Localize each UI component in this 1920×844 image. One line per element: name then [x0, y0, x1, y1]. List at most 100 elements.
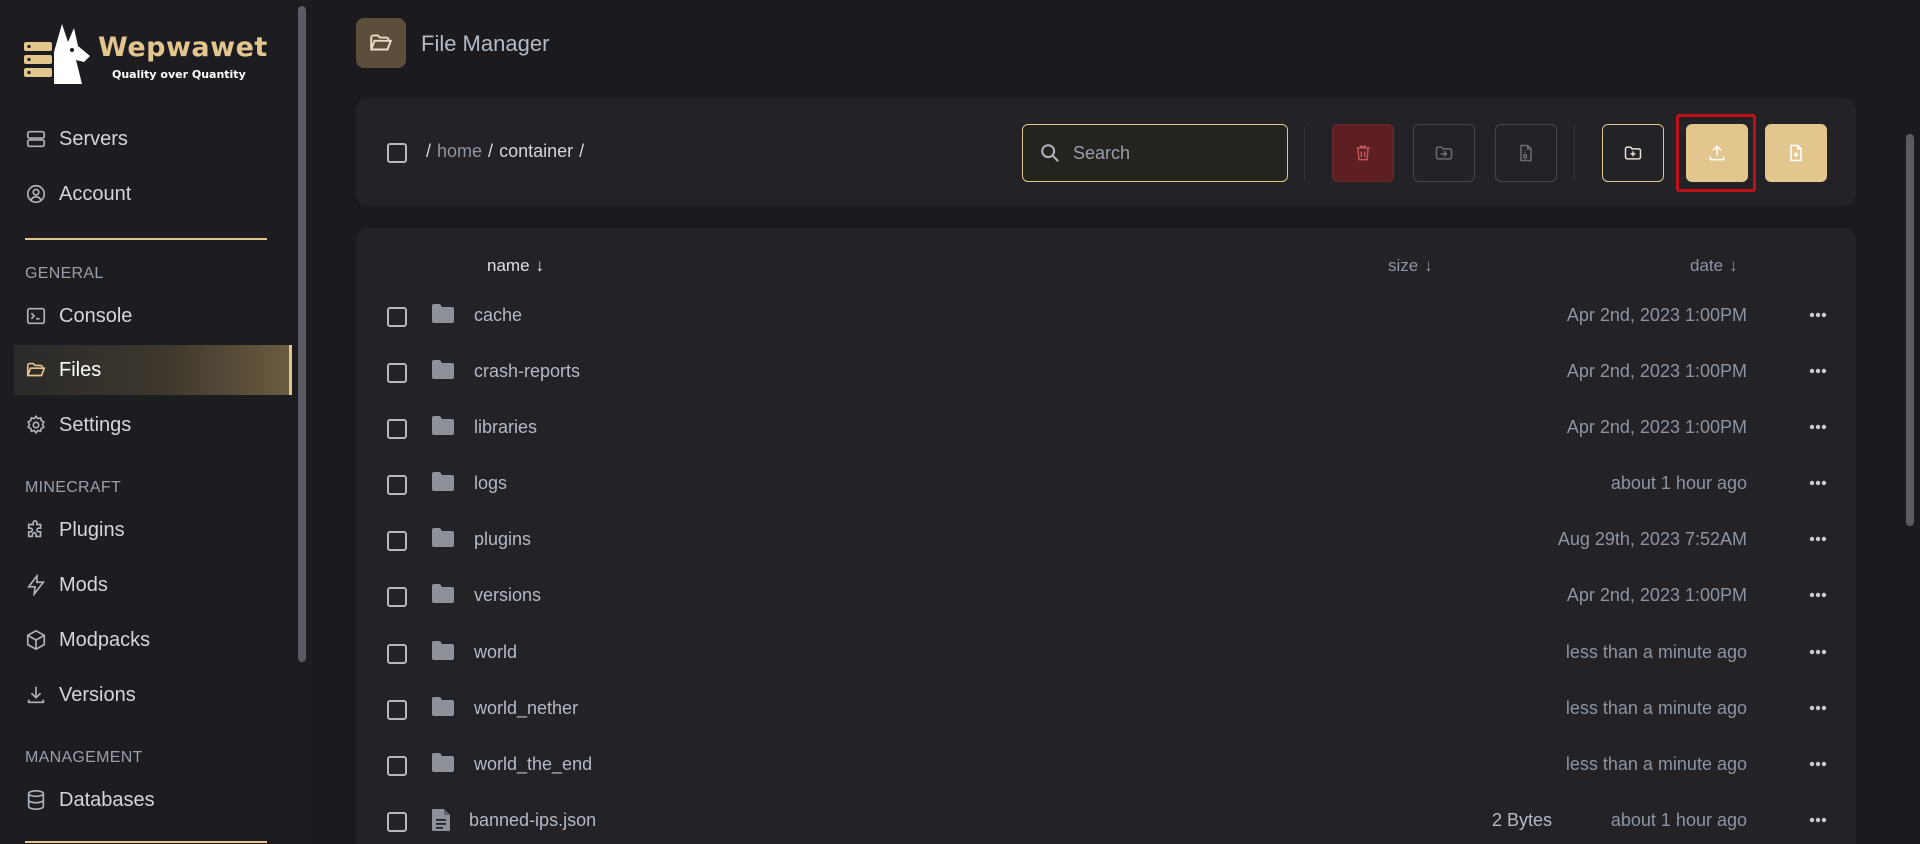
row-checkbox[interactable]	[387, 700, 407, 720]
sidebar-item-databases[interactable]: Databases	[14, 775, 292, 825]
table-row[interactable]: logs about 1 hour ago	[356, 455, 1856, 511]
sidebar-item-label: Files	[59, 358, 102, 381]
row-checkbox[interactable]	[387, 419, 407, 439]
more-options-icon[interactable]	[1805, 361, 1831, 381]
sidebar-item-label: Account	[59, 182, 132, 205]
table-row[interactable]: world_the_end less than a minute ago	[356, 736, 1856, 792]
more-options-icon[interactable]	[1805, 698, 1831, 718]
select-all-checkbox[interactable]	[387, 143, 407, 163]
puzzle-icon	[24, 518, 48, 542]
row-checkbox[interactable]	[387, 587, 407, 607]
file-name[interactable]: plugins	[474, 529, 531, 550]
sidebar-item-modpacks[interactable]: Modpacks	[14, 615, 292, 665]
file-date: Aug 29th, 2023 7:52AM	[1557, 529, 1747, 549]
more-options-icon[interactable]	[1805, 305, 1831, 325]
toolbar-divider	[1574, 126, 1575, 180]
delete-button[interactable]	[1332, 124, 1394, 182]
row-checkbox[interactable]	[387, 756, 407, 776]
sidebar-item-plugins[interactable]: Plugins	[14, 505, 292, 555]
folder-icon	[432, 641, 454, 660]
breadcrumb-root[interactable]: /	[426, 141, 431, 162]
file-date: Apr 2nd, 2023 1:00PM	[1566, 417, 1747, 437]
sidebar-item-account[interactable]: Account	[14, 169, 292, 219]
row-checkbox[interactable]	[387, 812, 407, 832]
jackal-logo-icon	[24, 24, 90, 84]
file-name[interactable]: world_the_end	[474, 754, 592, 775]
row-checkbox[interactable]	[387, 531, 407, 551]
file-name[interactable]: versions	[474, 585, 541, 606]
section-title-management: MANAGEMENT	[25, 749, 143, 766]
sidebar-item-servers[interactable]: Servers	[14, 114, 292, 164]
archive-button[interactable]	[1495, 124, 1557, 182]
sort-arrow-icon: ↓	[535, 256, 545, 275]
table-row[interactable]: plugins Aug 29th, 2023 7:52AM	[356, 511, 1856, 567]
sidebar-item-label: Mods	[59, 573, 108, 596]
file-text-icon	[432, 809, 450, 831]
table-row[interactable]: banned-ips.json 2 Bytes about 1 hour ago	[356, 792, 1856, 844]
search-box[interactable]	[1022, 124, 1288, 182]
column-header-name[interactable]: name ↓	[487, 256, 544, 276]
file-name[interactable]: logs	[474, 473, 507, 494]
database-icon	[24, 788, 48, 812]
more-options-icon[interactable]	[1805, 754, 1831, 774]
row-checkbox[interactable]	[387, 363, 407, 383]
more-options-icon[interactable]	[1805, 417, 1831, 437]
sidebar-item-label: Modpacks	[59, 628, 151, 651]
file-date: less than a minute ago	[1565, 698, 1747, 718]
column-header-date[interactable]: date ↓	[1690, 256, 1738, 276]
breadcrumb-container[interactable]: container	[499, 141, 573, 162]
brand-logo[interactable]: Wepwawet Quality over Quantity	[24, 22, 267, 92]
sidebar-item-label: Console	[59, 304, 133, 327]
file-list: name ↓ size ↓ date ↓ cache Apr 2nd, 2023…	[356, 228, 1856, 844]
sidebar-item-console[interactable]: Console	[14, 291, 292, 341]
row-checkbox[interactable]	[387, 644, 407, 664]
more-options-icon[interactable]	[1805, 473, 1831, 493]
new-folder-button[interactable]	[1602, 124, 1664, 182]
sidebar-scrollbar[interactable]	[298, 6, 306, 662]
file-name[interactable]: world_nether	[474, 698, 578, 719]
file-date: about 1 hour ago	[1610, 473, 1747, 493]
breadcrumb-home[interactable]: home	[437, 141, 482, 162]
sidebar-divider	[25, 238, 267, 240]
row-checkbox[interactable]	[387, 475, 407, 495]
more-options-icon[interactable]	[1805, 529, 1831, 549]
table-row[interactable]: world_nether less than a minute ago	[356, 680, 1856, 736]
sidebar-item-mods[interactable]: Mods	[14, 560, 292, 610]
search-input[interactable]	[1073, 142, 1253, 164]
file-name[interactable]: cache	[474, 305, 522, 326]
more-options-icon[interactable]	[1805, 642, 1831, 662]
main-scrollbar[interactable]	[1906, 134, 1914, 526]
table-row[interactable]: libraries Apr 2nd, 2023 1:00PM	[356, 399, 1856, 455]
sidebar-item-label: Versions	[59, 683, 136, 706]
file-toolbar: / home / container /	[356, 98, 1856, 206]
column-label: date	[1690, 256, 1724, 275]
sidebar-item-label: Settings	[59, 413, 132, 436]
cube-icon	[24, 628, 48, 652]
table-row[interactable]: crash-reports Apr 2nd, 2023 1:00PM	[356, 343, 1856, 399]
sidebar: Wepwawet Quality over Quantity Servers A…	[0, 0, 312, 844]
folder-icon	[432, 360, 454, 379]
folder-icon	[432, 472, 454, 491]
file-name[interactable]: world	[474, 642, 517, 663]
sidebar-item-label: Databases	[59, 788, 155, 811]
row-checkbox[interactable]	[387, 307, 407, 327]
file-name[interactable]: libraries	[474, 417, 537, 438]
folder-icon	[432, 416, 454, 435]
table-row[interactable]: versions Apr 2nd, 2023 1:00PM	[356, 567, 1856, 623]
sidebar-item-versions[interactable]: Versions	[14, 670, 292, 720]
more-options-icon[interactable]	[1805, 810, 1831, 830]
upload-button[interactable]	[1686, 124, 1748, 182]
move-button[interactable]	[1413, 124, 1475, 182]
more-options-icon[interactable]	[1805, 585, 1831, 605]
sidebar-item-settings[interactable]: Settings	[14, 400, 292, 450]
sidebar-item-files[interactable]: Files	[14, 345, 292, 395]
folder-icon	[432, 528, 454, 547]
file-name[interactable]: banned-ips.json	[469, 810, 596, 831]
column-header-size[interactable]: size ↓	[1388, 256, 1433, 276]
table-row[interactable]: world less than a minute ago	[356, 624, 1856, 680]
table-row[interactable]: cache Apr 2nd, 2023 1:00PM	[356, 287, 1856, 343]
new-file-button[interactable]	[1765, 124, 1827, 182]
file-name[interactable]: crash-reports	[474, 361, 580, 382]
gear-icon	[24, 413, 48, 437]
sort-arrow-icon: ↓	[1424, 256, 1433, 275]
